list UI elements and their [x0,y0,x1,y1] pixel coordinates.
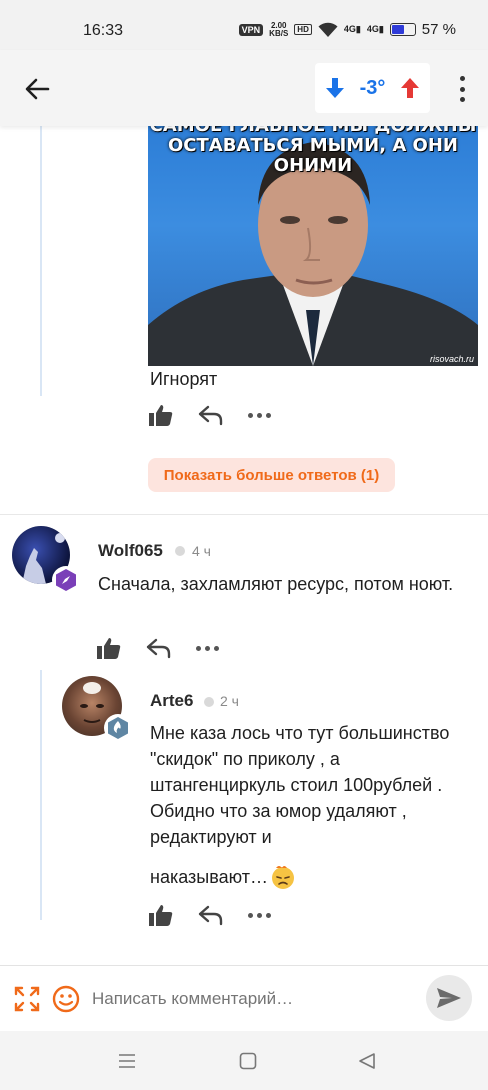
time-dot [175,546,185,556]
comment-time: 4 ч [192,543,211,559]
signal-icon-2: 4G▮ [366,24,384,34]
comment-author[interactable]: Wolf065 [98,541,163,561]
time-dot [204,697,214,707]
more-icon[interactable] [248,412,271,418]
comment-actions [148,903,271,927]
reply-text: Игнорят [150,369,218,389]
like-icon[interactable] [148,903,174,927]
comment-input[interactable]: Написать комментарий… [92,989,293,1009]
reply-icon[interactable] [198,903,224,927]
tired-emoji-icon [271,866,294,889]
clock: 16:33 [83,22,124,39]
downvote-icon[interactable] [325,77,345,99]
meme-caption-line2: ОСТАВАТЬСЯ МЫМИ, А ОНИ ОНИМИ [168,135,458,176]
send-button[interactable] [426,975,472,1021]
post-rating: -3° [315,63,430,113]
home-icon[interactable] [239,1052,257,1070]
menu-icon[interactable] [118,1053,136,1069]
emoji-icon[interactable] [52,985,80,1013]
comment-text-last-line: наказывают… [150,864,296,890]
status-bar: 16:33 VPN 2.00 KB/S HD 4G▮ 4G▮ 57 % [0,0,488,50]
back-arrow-icon[interactable] [22,74,52,104]
fire-badge-icon [108,717,128,739]
speed-unit: KB/S [269,28,289,38]
wifi-icon [318,22,338,37]
hd-voice-icon: HD [294,24,312,35]
signal-2-label: 4G [366,24,379,34]
user-badge [104,714,132,742]
app-bar: -3° [0,50,488,126]
system-nav-bar [0,1031,488,1090]
meme-image[interactable]: САМОЕ ГЛАВНОЕ МЫ ДОЛЖНЫ ОСТАВАТЬСЯ МЫМИ,… [148,110,478,366]
vpn-icon: VPN [238,23,264,36]
battery-percent: 57 % [421,21,456,38]
comment-time: 2 ч [220,693,239,709]
signal-icon-1: 4G▮ [343,24,361,34]
comment-text: Сначала, захламляют ресурс, потом ноют. [98,574,454,594]
rating-value: -3° [359,76,386,99]
thread-line [40,126,42,396]
expand-icon[interactable] [14,986,40,1012]
like-icon[interactable] [148,403,174,427]
meme-watermark: risovach.ru [429,354,474,364]
network-speed: 2.00 KB/S [269,21,289,38]
reply-icon[interactable] [198,403,224,427]
more-icon[interactable] [248,912,271,918]
compass-badge-icon [56,569,76,591]
like-icon[interactable] [96,636,122,660]
overflow-menu-icon[interactable] [458,76,466,102]
comment-author[interactable]: Arte6 [150,691,193,711]
battery-icon [389,23,416,36]
upvote-icon[interactable] [400,77,420,99]
comment-actions [96,636,219,660]
send-icon [437,988,461,1008]
comment-composer: Написать комментарий… [0,965,488,1031]
nav-back-icon[interactable] [358,1052,376,1070]
divider [0,514,488,515]
signal-1-label: 4G [343,24,356,34]
show-more-replies-button[interactable]: Показать больше ответов (1) [148,458,395,492]
reply-icon[interactable] [146,636,172,660]
status-icons: VPN 2.00 KB/S HD 4G▮ 4G▮ 57 % [238,21,456,38]
user-badge [52,566,80,594]
comment-text-end: наказывают… [150,867,268,887]
comment-actions [148,403,271,427]
comment-text: Мне каза лось что тут большинство "скидо… [150,723,450,847]
more-icon[interactable] [196,645,219,651]
thread-line [40,670,42,920]
